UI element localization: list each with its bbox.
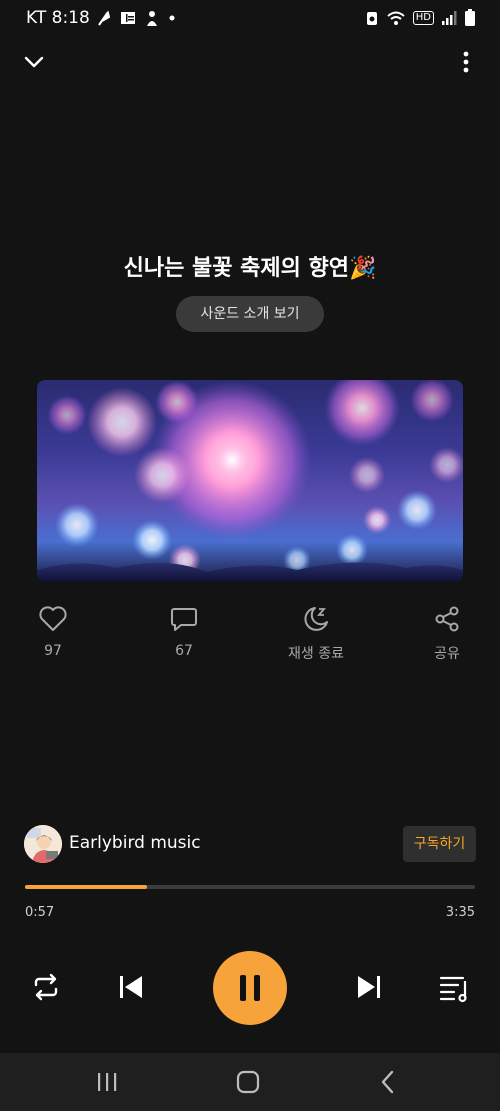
back-icon[interactable]	[376, 1069, 400, 1095]
pause-button[interactable]	[213, 951, 287, 1025]
comment-count: 67	[175, 643, 193, 659]
share-button[interactable]: 공유	[407, 605, 487, 663]
clock: 8:18	[51, 8, 90, 28]
system-icons: HD	[365, 9, 476, 27]
total-time: 3:35	[445, 905, 475, 920]
channel-avatar[interactable]	[24, 825, 62, 863]
battery-saver-icon	[366, 12, 377, 25]
repeat-icon[interactable]	[26, 967, 66, 1007]
carrier-label: KT	[26, 8, 47, 28]
subscribe-button[interactable]: 구독하기	[403, 826, 476, 862]
sound-intro-button[interactable]: 사운드 소개 보기	[176, 296, 324, 332]
grid-icon	[121, 12, 135, 24]
dot-icon	[169, 15, 175, 21]
comment-icon	[171, 608, 197, 631]
home-icon[interactable]	[234, 1069, 262, 1095]
share-icon	[435, 606, 459, 632]
track-title: 신나는 불꽃 축제의 향연🎉	[123, 256, 377, 281]
like-count: 97	[44, 643, 62, 659]
share-label: 공유	[434, 646, 460, 662]
figure-icon	[147, 10, 157, 26]
status-bar: KT 8:18 HD	[0, 0, 500, 36]
sleep-timer-label: 재생 종료	[288, 646, 344, 662]
fireworks-illustration	[37, 380, 463, 582]
heart-icon	[39, 606, 67, 631]
status-carrier-time: KT 8:18	[26, 8, 90, 28]
avatar-illustration	[24, 825, 62, 863]
channel-name[interactable]: Earlybird music	[69, 833, 201, 853]
wifi-icon	[387, 11, 405, 25]
playlist-icon[interactable]	[434, 967, 474, 1007]
recent-apps-icon[interactable]	[94, 1070, 120, 1094]
sleep-timer-icon	[304, 607, 328, 631]
feather-icon	[98, 10, 111, 26]
skip-next-icon[interactable]	[349, 967, 389, 1007]
pause-icon	[240, 975, 260, 1001]
skip-previous-icon[interactable]	[111, 967, 151, 1007]
sleep-timer-button[interactable]: 재생 종료	[276, 605, 356, 663]
more-vertical-icon[interactable]	[452, 48, 480, 76]
comment-button[interactable]: 67	[144, 605, 224, 659]
battery-icon	[465, 9, 475, 26]
like-button[interactable]: 97	[13, 605, 93, 659]
notification-icons	[96, 9, 176, 27]
chevron-down-icon[interactable]	[20, 48, 48, 76]
album-artwork	[37, 380, 463, 582]
network-hd-badge: HD	[412, 11, 434, 25]
action-bar: 97 67 재생 종료 공유	[0, 605, 500, 669]
system-nav-bar	[0, 1053, 500, 1111]
signal-icon	[442, 11, 457, 25]
current-time: 0:57	[25, 905, 55, 920]
progress-fill	[25, 885, 147, 889]
